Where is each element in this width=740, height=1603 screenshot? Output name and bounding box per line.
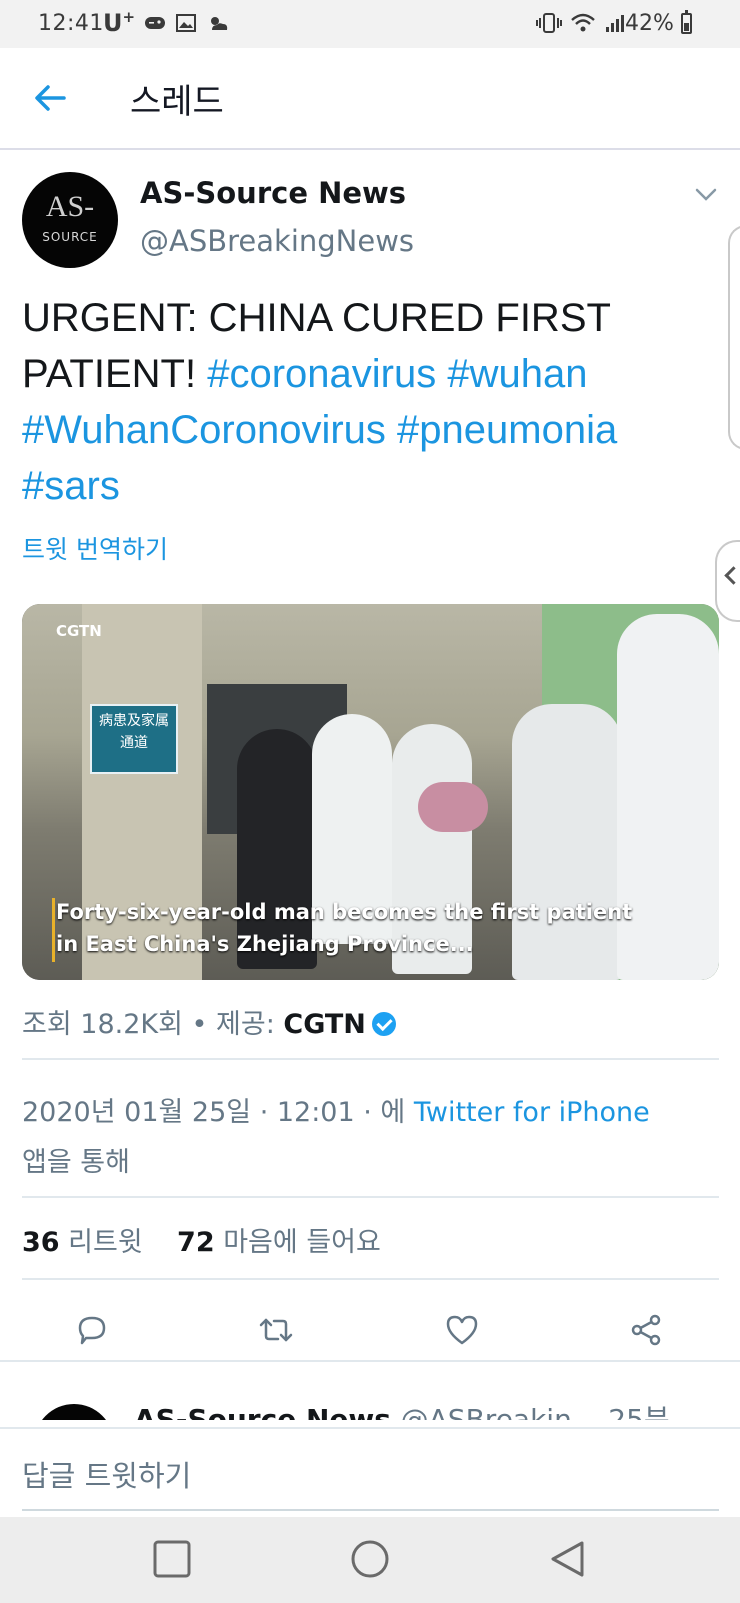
- status-bar: 12:41 U+ 42%: [0, 0, 740, 48]
- edge-panel-handle[interactable]: [728, 225, 740, 450]
- status-time: 12:41: [38, 11, 104, 36]
- system-icons: [536, 12, 628, 34]
- share-icon[interactable]: [628, 1312, 664, 1348]
- author-name[interactable]: AS-Source News: [140, 176, 406, 210]
- hashtag-link[interactable]: #sars: [22, 464, 120, 508]
- avatar[interactable]: AS- SOURCE: [22, 172, 118, 268]
- recent-apps-icon[interactable]: [152, 1539, 192, 1579]
- chevron-down-icon[interactable]: [695, 188, 717, 202]
- hashtag-link[interactable]: #coronavirus: [207, 352, 436, 396]
- retweet-icon[interactable]: [258, 1312, 294, 1348]
- view-count: 조회 18.2K회 • 제공: CGTN: [22, 1002, 396, 1041]
- avatar: [34, 1404, 114, 1420]
- author-handle[interactable]: @ASBreakingNews: [140, 224, 414, 258]
- tweet-actions: [0, 1300, 740, 1368]
- likes-stat[interactable]: 72 마음에 들어요: [177, 1227, 381, 1258]
- divider: [22, 1278, 719, 1280]
- back-nav-icon[interactable]: [548, 1539, 588, 1579]
- home-icon[interactable]: [350, 1539, 390, 1579]
- arrow-left-icon[interactable]: [30, 78, 70, 118]
- media-source-link[interactable]: CGTN: [283, 1009, 366, 1040]
- carrier-label: U+: [103, 8, 136, 37]
- media-sign: 病患及家属 通道: [90, 704, 178, 774]
- battery-level: 42%: [625, 11, 674, 36]
- system-nav-bar: [0, 1517, 740, 1603]
- tweet-stats: 36 리트윗 72 마음에 들어요: [22, 1220, 381, 1259]
- hashtag-link[interactable]: #pneumonia: [397, 408, 617, 452]
- tweet-timestamp: 2020년 01월 25일 · 12:01 · 에 Twitter for iP…: [22, 1097, 650, 1178]
- hashtag-link[interactable]: #wuhan: [447, 352, 587, 396]
- comment-icon[interactable]: [74, 1312, 110, 1348]
- image-icon: [176, 14, 196, 32]
- next-tweet-preview[interactable]: AS-Source News @ASBreakin... 25분: [22, 1388, 719, 1420]
- cgtn-logo: CGTN: [56, 622, 102, 640]
- vibrate-icon: [536, 13, 562, 33]
- chevron-left-icon: [724, 566, 740, 585]
- media-video[interactable]: 病患及家属 通道 CGTN Forty-six-year-old man beco…: [22, 604, 719, 980]
- media-caption: Forty-six-year-old man becomes the first…: [56, 900, 633, 956]
- via-app-link[interactable]: Twitter for iPhone: [414, 1097, 650, 1128]
- retweets-stat[interactable]: 36 리트윗: [22, 1227, 143, 1258]
- notification-icons: [144, 14, 230, 32]
- wifi-icon: [571, 13, 595, 32]
- app-bar: 스레드: [0, 48, 740, 150]
- divider: [22, 1196, 719, 1198]
- tweet-text: URGENT: CHINA CURED FIRST PATIENT! #coro…: [22, 296, 618, 508]
- verified-icon: [371, 1012, 396, 1036]
- heart-icon[interactable]: [444, 1312, 480, 1348]
- edge-panel-tab[interactable]: [715, 540, 740, 622]
- reply-input[interactable]: 답글 트윗하기: [22, 1453, 191, 1495]
- page-title: 스레드: [130, 82, 224, 122]
- hashtag-link[interactable]: #WuhanCoronovirus: [22, 408, 386, 452]
- game-icon: [145, 17, 165, 29]
- translate-tweet-link[interactable]: 트윗 번역하기: [22, 530, 168, 566]
- divider: [0, 1360, 740, 1362]
- reply-composer[interactable]: 답글 트윗하기: [0, 1427, 740, 1519]
- divider: [22, 1058, 719, 1060]
- weather-icon: [211, 17, 228, 30]
- battery-icon: [681, 10, 692, 34]
